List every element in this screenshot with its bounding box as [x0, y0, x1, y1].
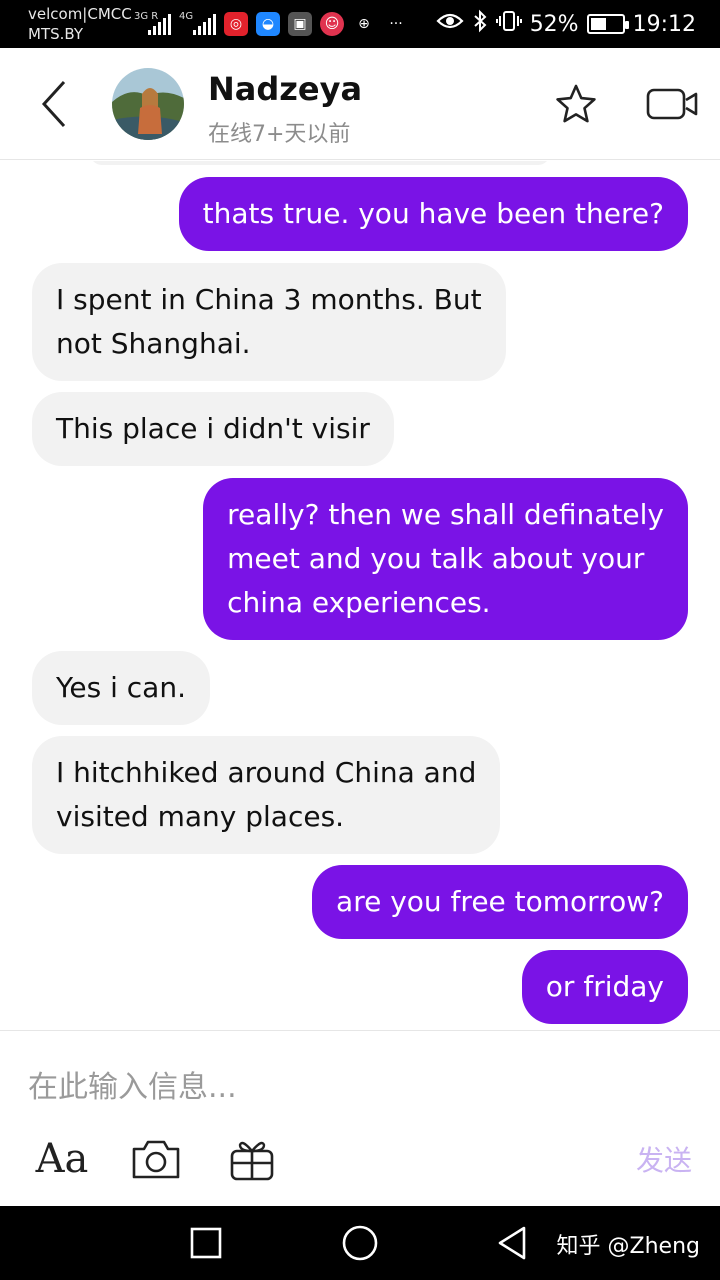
favorite-button[interactable] [554, 82, 598, 126]
home-button[interactable] [339, 1222, 381, 1264]
nav-back-button[interactable] [492, 1222, 534, 1264]
chevron-left-icon [41, 80, 66, 128]
chat-header: Nadzeya 在线7+天以前 [0, 48, 720, 160]
gift-button[interactable] [226, 1131, 278, 1187]
signal-icon: 3G R [134, 11, 171, 35]
system-nav-bar: 知乎 @Zheng [0, 1206, 720, 1280]
carrier-line-2: MTS.BY [28, 25, 84, 43]
carrier-info: velcom|CMCC MTS.BY [28, 4, 132, 44]
video-camera-icon [646, 88, 698, 120]
square-icon [190, 1227, 222, 1259]
avatar[interactable] [112, 68, 184, 140]
video-call-button[interactable] [646, 86, 700, 122]
star-icon [556, 84, 596, 123]
signal-type-label: 3G R [134, 11, 159, 22]
incoming-message[interactable]: This place i didn't visir [32, 392, 394, 466]
outgoing-message[interactable]: or friday [521, 950, 688, 1024]
battery-icon [586, 14, 629, 34]
message-input[interactable] [28, 1065, 588, 1109]
font-style-label: Aa [35, 1136, 89, 1182]
battery-percent: 52% [529, 11, 579, 37]
incoming-message[interactable]: Yes i can. [32, 651, 210, 725]
globe-icon: ⊕ [358, 16, 370, 32]
more-icon: ··· [389, 16, 403, 32]
app-notification-icon: ☺ [320, 12, 344, 36]
status-bar: velcom|CMCC MTS.BY 3G R 4G ◎ ◒ ▣ ☺ ⊕ ···… [0, 0, 720, 48]
message-composer: Aa 发送 [0, 1030, 720, 1206]
triangle-back-icon [498, 1226, 526, 1260]
carrier-line-1: velcom|CMCC [28, 5, 132, 23]
app-notification-icon: ◎ [224, 12, 248, 36]
app-notification-icon: ◒ [256, 12, 280, 36]
send-button[interactable]: 发送 [636, 1139, 692, 1179]
recent-apps-button[interactable] [185, 1222, 227, 1264]
signal-type-label: 4G [179, 11, 194, 22]
bluetooth-icon [472, 9, 488, 39]
back-button[interactable] [34, 76, 78, 132]
outgoing-message[interactable]: thats true. you have been there? [178, 177, 688, 251]
eye-icon [436, 11, 464, 37]
previous-message-edge [90, 161, 550, 165]
camera-button[interactable] [130, 1131, 182, 1187]
camera-icon [132, 1140, 180, 1179]
circle-icon [342, 1225, 378, 1261]
app-notification-icon: ▣ [288, 12, 312, 36]
status-icons-left: 3G R 4G ◎ ◒ ▣ ☺ ⊕ ··· [134, 8, 408, 40]
clock: 19:12 [632, 11, 696, 37]
outgoing-message[interactable]: really? then we shall definately meet an… [203, 478, 688, 640]
incoming-message[interactable]: I spent in China 3 months. But not Shang… [32, 263, 506, 381]
status-icons-right: 52% 19:12 [436, 0, 696, 48]
outgoing-message[interactable]: are you free tomorrow? [312, 865, 688, 939]
contact-name[interactable]: Nadzeya [208, 70, 362, 108]
vibrate-icon [495, 9, 522, 39]
watermark: 知乎 @Zheng [556, 1234, 700, 1259]
incoming-message[interactable]: I hitchhiked around China and visited ma… [32, 736, 501, 854]
last-seen-status: 在线7+天以前 [208, 122, 351, 147]
message-list[interactable]: thats true. you have been there? I spent… [0, 161, 720, 1030]
gift-icon [230, 1141, 274, 1181]
font-style-button[interactable]: Aa [34, 1131, 90, 1187]
signal-icon: 4G [179, 11, 216, 35]
